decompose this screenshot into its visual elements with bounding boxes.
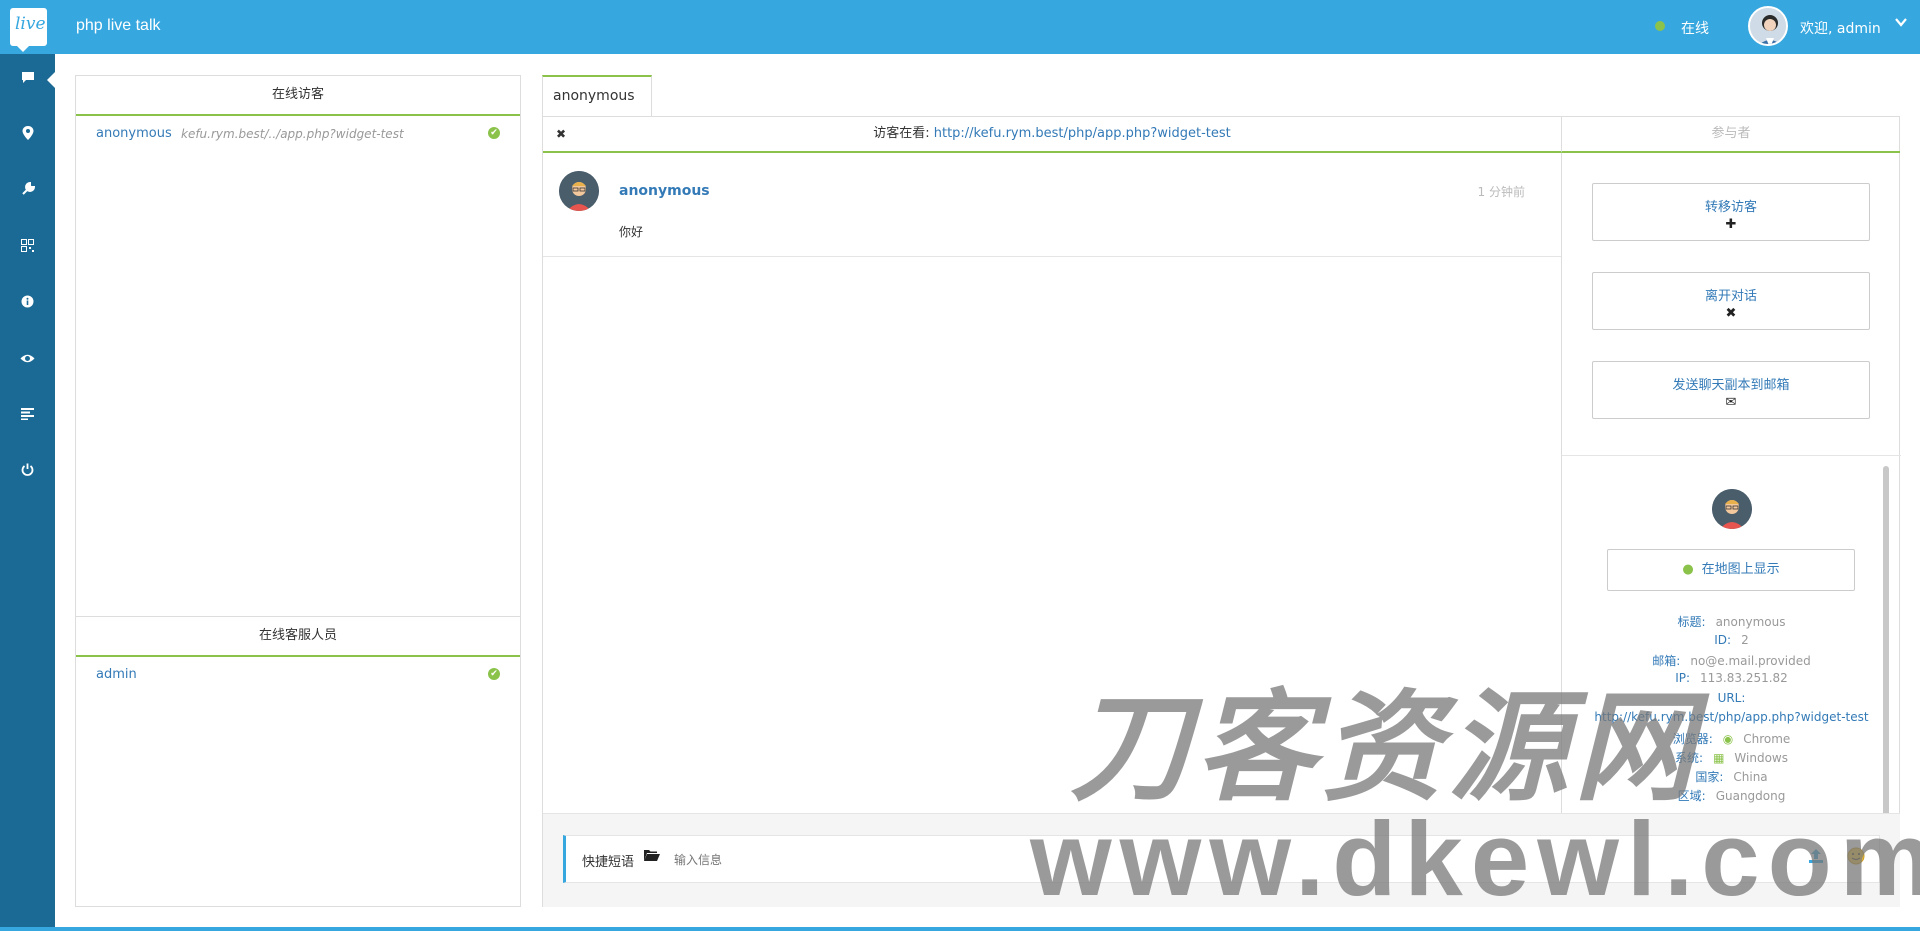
- chrome-icon: ◉: [1722, 732, 1734, 746]
- watermark-title: 刀客资源网: [1070, 681, 1700, 815]
- info-title-value: anonymous: [1715, 615, 1786, 629]
- welcome-user-menu[interactable]: 欢迎, admin: [1800, 18, 1881, 38]
- online-status-label[interactable]: 在线: [1681, 18, 1709, 38]
- close-icon: ✖: [1725, 306, 1737, 321]
- info-title-key: 标题:: [1677, 615, 1706, 629]
- info-id: ID: 2: [1562, 633, 1901, 647]
- divider: [1562, 455, 1901, 456]
- logo-text: live: [15, 14, 46, 34]
- chat-icon[interactable]: [0, 60, 55, 100]
- qr-code-icon[interactable]: [0, 228, 55, 268]
- message-time: 1 分钟前: [1477, 185, 1525, 199]
- info-url-key: URL:: [1717, 691, 1746, 705]
- transfer-visitor-button[interactable]: 转移访客 ✚: [1592, 183, 1870, 241]
- info-scrollbar[interactable]: [1883, 466, 1889, 816]
- chat-message: anonymous 1 分钟前 你好: [543, 153, 1561, 257]
- show-on-map-button[interactable]: ● 在地图上显示: [1607, 549, 1855, 591]
- leave-chat-label: 离开对话: [1704, 289, 1757, 304]
- info-email-value: no@e.mail.provided: [1690, 654, 1811, 668]
- online-status-icon: [1655, 21, 1665, 31]
- bottom-accent-bar: [0, 927, 1920, 931]
- quick-phrases-button[interactable]: 快捷短语: [582, 851, 634, 870]
- plus-icon: ✚: [1725, 217, 1737, 232]
- visitor-row[interactable]: anonymous kefu.rym.best/../app.php?widge…: [76, 116, 520, 152]
- info-title: 标题: anonymous: [1562, 613, 1901, 630]
- list-icon[interactable]: [0, 396, 55, 436]
- info-os-value: Windows: [1734, 751, 1788, 765]
- power-icon[interactable]: [0, 452, 55, 492]
- info-browser-value: Chrome: [1743, 732, 1791, 746]
- folder-open-icon[interactable]: [644, 849, 660, 866]
- email-transcript-label: 发送聊天副本到邮箱: [1672, 378, 1790, 393]
- top-bar: live php live talk 在线 欢迎, admin: [0, 0, 1920, 54]
- info-id-value: 2: [1741, 633, 1749, 647]
- visitor-url: kefu.rym.best/../app.php?widget-test: [181, 127, 404, 141]
- visitor-name[interactable]: anonymous: [96, 126, 172, 141]
- visitor-viewing-bar: 访客在看: http://kefu.rym.best/php/app.php?w…: [543, 117, 1561, 153]
- windows-icon: ▦: [1713, 751, 1725, 765]
- visitor-info-avatar: [1712, 489, 1752, 529]
- check-circle-icon: ✔: [488, 668, 500, 680]
- leave-chat-button[interactable]: 离开对话 ✖: [1592, 272, 1870, 330]
- staff-panel: 在线客服人员 admin ✔: [75, 616, 521, 907]
- info-country-value: China: [1733, 770, 1768, 784]
- map-pin-icon: ●: [1682, 562, 1694, 577]
- sidebar: [0, 54, 55, 931]
- app-logo[interactable]: live: [10, 8, 47, 52]
- chevron-down-icon[interactable]: [1895, 16, 1907, 32]
- staff-row[interactable]: admin ✔: [76, 657, 520, 693]
- staff-name[interactable]: admin: [96, 667, 137, 682]
- viewing-label: 访客在看:: [873, 126, 930, 141]
- viewing-url-link[interactable]: http://kefu.rym.best/php/app.php?widget-…: [934, 126, 1231, 141]
- eye-icon[interactable]: [0, 340, 55, 380]
- user-avatar-image: [1750, 8, 1786, 44]
- visitor-avatar: [559, 171, 599, 211]
- wrench-icon[interactable]: [0, 172, 55, 212]
- tab-label: anonymous: [553, 88, 635, 104]
- info-id-key: ID:: [1714, 633, 1732, 647]
- envelope-icon: ✉: [1725, 395, 1737, 410]
- visitors-panel: 在线访客 anonymous kefu.rym.best/../app.php?…: [75, 75, 521, 617]
- app-title: php live talk: [76, 17, 161, 34]
- participants-header: 参与者: [1561, 117, 1900, 153]
- message-author: anonymous: [619, 183, 710, 199]
- watermark-url: www.dkewl.com: [1030, 801, 1920, 918]
- show-on-map-label: 在地图上显示: [1701, 562, 1780, 577]
- email-transcript-button[interactable]: 发送聊天副本到邮箱 ✉: [1592, 361, 1870, 419]
- info-icon[interactable]: [0, 284, 55, 324]
- tab-anonymous[interactable]: anonymous ✖: [542, 75, 652, 141]
- info-ip-value: 113.83.251.82: [1700, 671, 1788, 685]
- visitors-panel-title: 在线访客: [76, 76, 520, 116]
- map-pin-icon[interactable]: [0, 116, 55, 156]
- transfer-visitor-label: 转移访客: [1704, 200, 1757, 215]
- message-text: 你好: [619, 225, 644, 239]
- user-avatar[interactable]: [1748, 6, 1788, 46]
- check-circle-icon: ✔: [488, 127, 500, 139]
- staff-panel-title: 在线客服人员: [76, 617, 520, 657]
